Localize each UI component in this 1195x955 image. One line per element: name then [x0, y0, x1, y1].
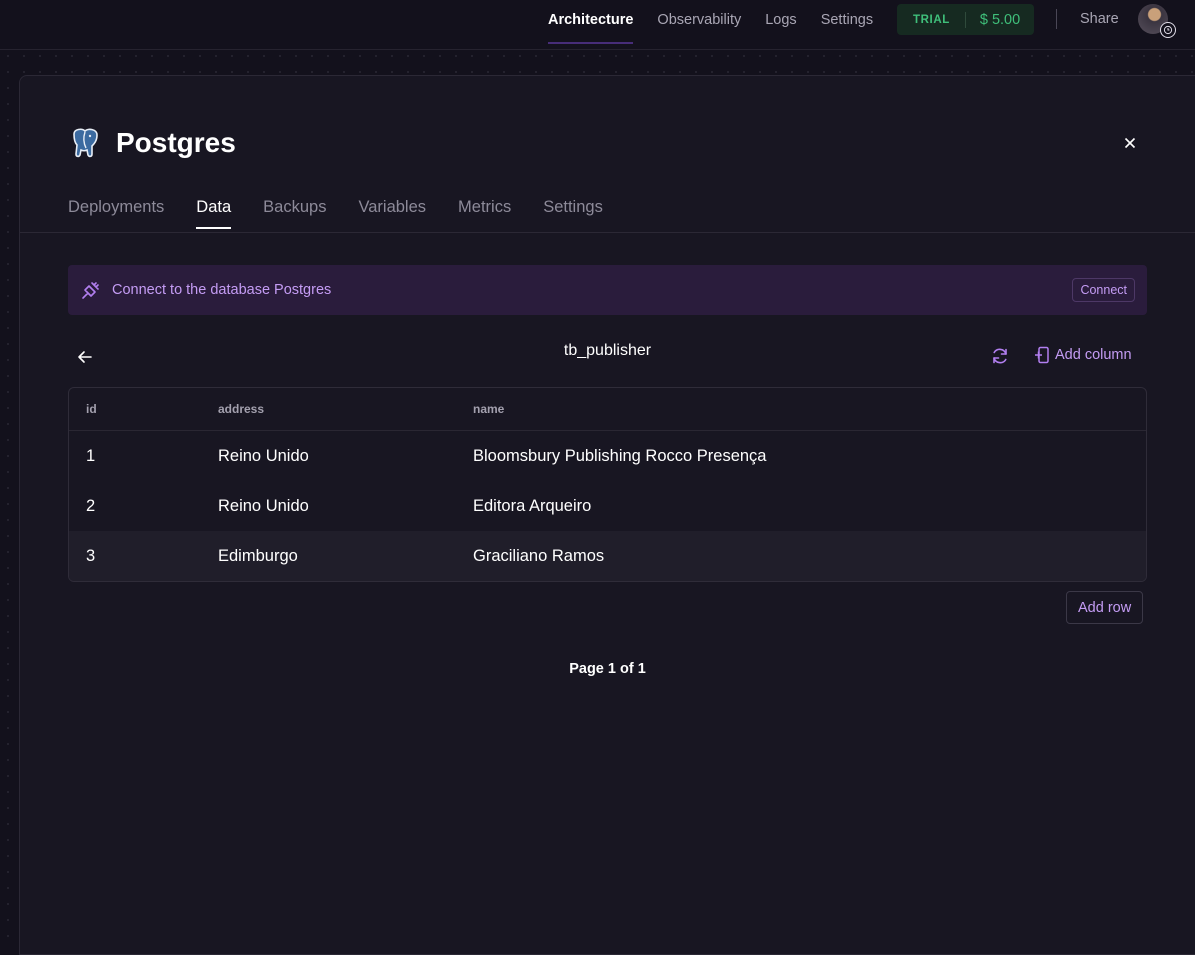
- nav-logs[interactable]: Logs: [765, 12, 796, 28]
- panel-header: Postgres: [68, 126, 236, 160]
- cell-id[interactable]: 1: [86, 447, 95, 466]
- connect-text: Connect to the database Postgres: [112, 282, 332, 298]
- table-name: tb_publisher: [563, 342, 652, 359]
- service-tabs: Deployments Data Backups Variables Metri…: [68, 198, 635, 229]
- add-column-icon: [1035, 346, 1049, 364]
- close-icon[interactable]: [1120, 133, 1140, 153]
- trial-label: TRIAL: [913, 13, 950, 26]
- table-row[interactable]: 1 Reino Unido Bloomsbury Publishing Rocc…: [69, 431, 1146, 481]
- page-title: Postgres: [116, 127, 236, 158]
- trial-separator: [964, 11, 966, 28]
- table-toolbar: tb_publisher Add column: [68, 338, 1147, 374]
- cell-address[interactable]: Reino Unido: [218, 447, 309, 466]
- share-button[interactable]: Share: [1080, 11, 1119, 27]
- pagination-label: Page 1 of 1: [569, 661, 646, 677]
- table-row[interactable]: 2 Reino Unido Editora Arqueiro: [69, 481, 1146, 531]
- column-header-name[interactable]: name: [473, 402, 504, 416]
- tab-metrics[interactable]: Metrics: [458, 198, 511, 229]
- connect-button[interactable]: Connect: [1072, 278, 1135, 302]
- service-panel: Postgres Deployments Data Backups Variab…: [19, 75, 1195, 955]
- trial-amount: $ 5.00: [979, 11, 1021, 28]
- cell-address[interactable]: Edimburgo: [218, 547, 298, 566]
- tab-deployments[interactable]: Deployments: [68, 198, 164, 229]
- tab-settings[interactable]: Settings: [543, 198, 603, 229]
- plug-icon: [82, 282, 99, 299]
- cell-name[interactable]: Editora Arqueiro: [473, 497, 591, 516]
- postgres-elephant-icon: [73, 128, 98, 158]
- nav-links: Architecture Observability Logs Settings: [548, 0, 897, 44]
- add-row-button[interactable]: Add row: [1066, 591, 1144, 624]
- nav-architecture[interactable]: Architecture: [548, 12, 634, 44]
- add-column-label: Add column: [1055, 347, 1132, 363]
- nav-observability[interactable]: Observability: [657, 12, 741, 28]
- connect-banner: Connect to the database Postgres Connect: [68, 265, 1147, 315]
- table-row[interactable]: 3 Edimburgo Graciliano Ramos: [69, 531, 1146, 581]
- column-header-address[interactable]: address: [218, 402, 264, 416]
- add-column-button[interactable]: Add column: [1034, 346, 1132, 364]
- cell-name[interactable]: Bloomsbury Publishing Rocco Presença: [473, 447, 766, 466]
- tab-data[interactable]: Data: [196, 198, 231, 229]
- clock-icon: [1160, 22, 1176, 38]
- cell-address[interactable]: Reino Unido: [218, 497, 309, 516]
- tab-variables[interactable]: Variables: [358, 198, 426, 229]
- cell-name[interactable]: Graciliano Ramos: [473, 547, 604, 566]
- tabs-divider: [20, 232, 1195, 233]
- tab-backups[interactable]: Backups: [263, 198, 326, 229]
- table-header: id address name: [69, 388, 1146, 431]
- data-table: id address name 1 Reino Unido Bloomsbury…: [68, 387, 1147, 582]
- column-header-id[interactable]: id: [86, 402, 97, 416]
- top-nav: Architecture Observability Logs Settings…: [0, 0, 1195, 50]
- cell-id[interactable]: 3: [86, 547, 95, 566]
- trial-badge[interactable]: TRIAL $ 5.00: [897, 4, 1034, 35]
- arrow-left-icon[interactable]: [74, 346, 96, 368]
- nav-settings[interactable]: Settings: [821, 12, 873, 28]
- nav-divider: [1056, 9, 1057, 29]
- refresh-icon[interactable]: [990, 346, 1010, 366]
- cell-id[interactable]: 2: [86, 497, 95, 516]
